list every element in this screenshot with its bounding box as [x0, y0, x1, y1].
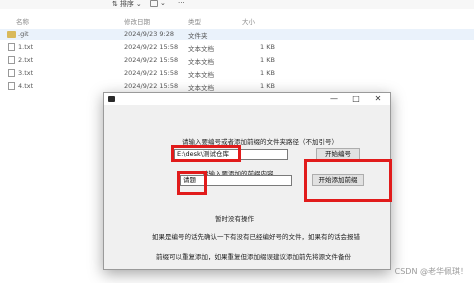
column-name[interactable]: 名称 [16, 16, 29, 26]
file-modified: 2024/9/22 15:58 [124, 82, 179, 90]
file-modified: 2024/9/22 15:58 [124, 56, 179, 64]
watermark: CSDN @老华佩琪！ [394, 267, 468, 276]
file-type: 文本文档 [188, 84, 214, 92]
sort-icon: ⇅ [112, 0, 118, 8]
app-feather-icon [108, 96, 115, 102]
file-name: .git [18, 30, 29, 38]
highlight-prefix-button [304, 159, 392, 202]
file-size: 1 KB [260, 43, 275, 51]
file-row[interactable]: 3.txt 2024/9/22 15:58 文本文档 1 KB [0, 68, 474, 79]
file-name: 1.txt [18, 43, 34, 51]
column-size[interactable]: 大小 [242, 16, 255, 26]
minimize-button[interactable]: — [323, 93, 345, 105]
file-size: 1 KB [260, 82, 275, 90]
text-file-icon [8, 43, 15, 51]
explorer-toolbar: ⇅ 排序 ⌄ ⌄ ··· [0, 0, 474, 9]
status-text: 暂时没有操作 [215, 215, 254, 223]
file-name: 4.txt [18, 82, 34, 90]
chevron-down-icon: ⌄ [135, 0, 142, 8]
text-file-icon [8, 69, 15, 77]
file-modified: 2024/9/22 15:58 [124, 43, 179, 51]
file-size: 1 KB [260, 56, 275, 64]
highlight-prefix-input [177, 171, 207, 195]
file-type: 文件夹 [188, 32, 208, 40]
file-size: 1 KB [260, 69, 275, 77]
view-button[interactable]: ⌄ [150, 0, 166, 7]
column-modified[interactable]: 修改日期 [124, 16, 150, 26]
file-modified: 2024/9/22 15:58 [124, 69, 179, 77]
column-type[interactable]: 类型 [188, 16, 201, 26]
file-type: 文本文档 [188, 45, 214, 53]
file-name: 2.txt [18, 56, 34, 64]
chevron-down-icon: ⌄ [160, 0, 166, 7]
hint-prefix: 前缀可以重复添加，如果重复但添加缀误建议添加前先将源文件备份 [156, 253, 351, 261]
highlight-folder-input [171, 145, 241, 162]
file-type: 文本文档 [188, 58, 214, 66]
file-row[interactable]: 1.txt 2024/9/22 15:58 文本文档 1 KB [0, 42, 474, 53]
file-modified: 2024/9/23 9:28 [124, 30, 174, 38]
close-button[interactable]: ✕ [367, 93, 389, 105]
text-file-icon [8, 56, 15, 64]
folder-icon [7, 31, 16, 38]
app-window: — □ ✕ 请输入要编号或者添加前缀的文件夹路径（不加引号） E:\desk\测… [103, 92, 392, 270]
title-bar[interactable]: — □ ✕ [104, 93, 390, 105]
more-options-button[interactable]: ··· [178, 0, 185, 7]
file-type: 文本文档 [188, 71, 214, 79]
column-header: 名称 修改日期 类型 大小 [0, 15, 474, 27]
view-icon [150, 0, 158, 7]
hint-number: 如果是编号的话先确认一下有没有已经编好号的文件，如果有的话会报错 [152, 233, 360, 241]
file-name: 3.txt [18, 69, 34, 77]
file-row[interactable]: 2.txt 2024/9/22 15:58 文本文档 1 KB [0, 55, 474, 66]
text-file-icon [8, 82, 15, 90]
maximize-button[interactable]: □ [345, 93, 367, 105]
more-icon: ··· [178, 0, 185, 7]
file-row-git[interactable]: .git 2024/9/23 9:28 文件夹 [0, 29, 474, 40]
file-row[interactable]: 4.txt 2024/9/22 15:58 文本文档 1 KB [0, 81, 474, 92]
sort-button[interactable]: ⇅ 排序 ⌄ [112, 0, 142, 9]
sort-label: 排序 [119, 0, 134, 8]
